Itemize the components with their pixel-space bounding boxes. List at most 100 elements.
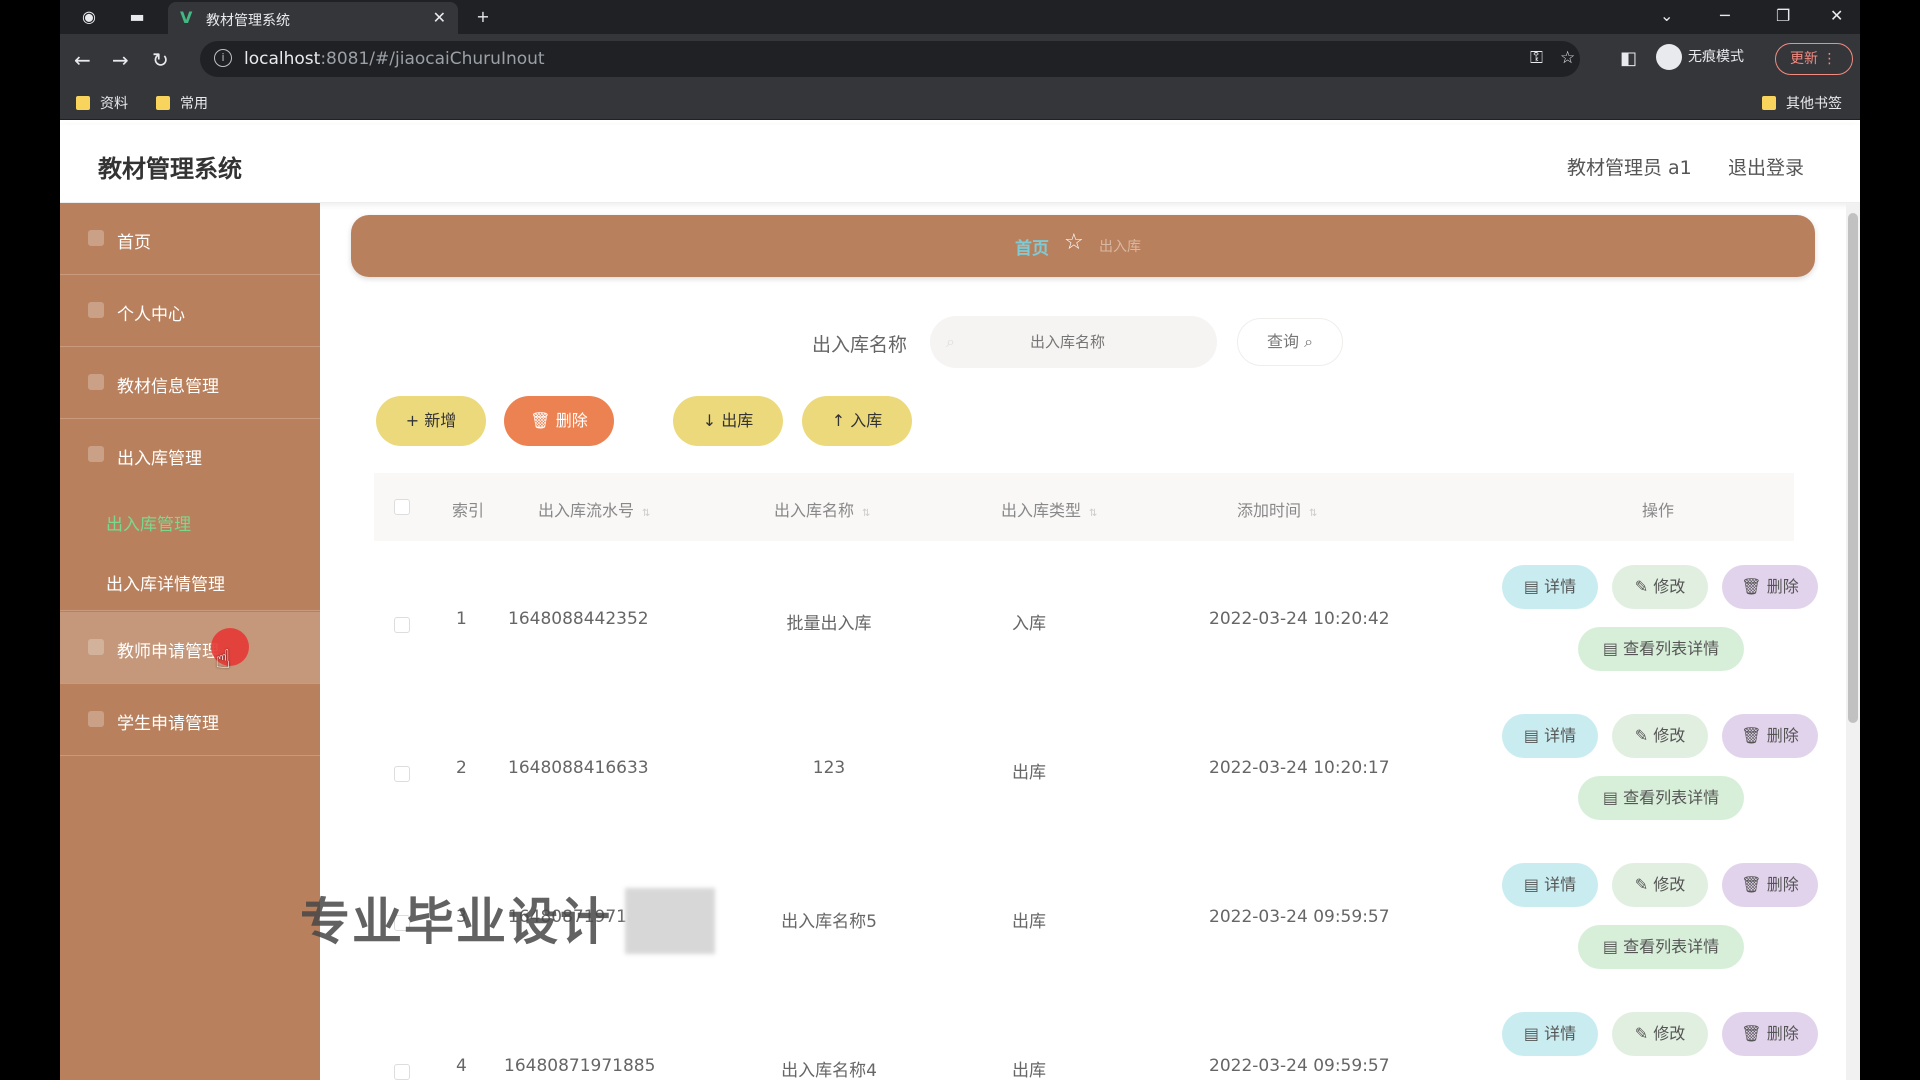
col-type[interactable]: 出入库类型 ⇅ [1001, 497, 1097, 521]
tab-search-icon[interactable]: ⌄ [1660, 6, 1673, 25]
update-button[interactable]: 更新 ⋮ [1775, 43, 1853, 75]
row-checkbox[interactable] [394, 1064, 410, 1080]
row-checkbox[interactable] [394, 617, 410, 633]
table-header: 索引 出入库流水号 ⇅ 出入库名称 ⇅ 出入库类型 ⇅ 添加时间 ⇅ 操作 [374, 473, 1794, 541]
col-time[interactable]: 添加时间 ⇅ [1237, 497, 1317, 521]
sidebar-item-profile[interactable]: 个人中心 [60, 275, 320, 347]
app-title: 教材管理系统 [98, 155, 242, 183]
search-input[interactable] [930, 316, 1217, 368]
incognito-indicator[interactable]: 无痕模式 [1656, 44, 1744, 70]
cell-name: 出入库名称4 [781, 1061, 877, 1080]
minimize-icon[interactable]: ─ [1720, 6, 1730, 25]
sidebar-item-student-apply[interactable]: 学生申请管理 [60, 684, 320, 756]
remove-button[interactable]: 🗑 删除 [1722, 565, 1818, 609]
new-tab-icon[interactable]: + [472, 6, 494, 28]
cell-index: 1 [456, 609, 467, 629]
detail-label: 详情 [1544, 875, 1577, 894]
close-window-icon[interactable]: ✕ [1830, 6, 1843, 25]
detail-button[interactable]: ▤ 详情 [1502, 863, 1598, 907]
remove-button[interactable]: 🗑 删除 [1722, 714, 1818, 758]
browser-menu-icon[interactable]: ◉ [78, 6, 100, 28]
edit-button[interactable]: ✎ 修改 [1612, 1012, 1708, 1056]
sort-icon[interactable]: ⇅ [1089, 508, 1097, 519]
edit-button[interactable]: ✎ 修改 [1612, 714, 1708, 758]
cell-serial: 1648088416633 [508, 758, 649, 778]
update-label: 更新 [1790, 51, 1818, 67]
edit-label: 修改 [1653, 875, 1686, 894]
edit-button[interactable]: ✎ 修改 [1612, 863, 1708, 907]
tab-strip-icon[interactable]: ▬ [126, 6, 148, 28]
bookmark-folder-2[interactable]: 常用 [156, 93, 208, 113]
cell-type: 出库 [1012, 912, 1046, 932]
stock-in-button[interactable]: ↑ 入库 [802, 396, 912, 446]
cell-serial: 16480871971885 [504, 1056, 656, 1076]
url-field[interactable]: i localhost:8081/#/jiaocaiChuruInout ⚿ ☆ [200, 41, 1580, 77]
site-info-icon[interactable]: i [214, 49, 232, 67]
list-detail-label: 查看列表详情 [1623, 937, 1720, 956]
breadcrumb-home[interactable]: 首页 [1015, 234, 1049, 259]
doc-icon: ▤ [1523, 1024, 1539, 1043]
current-user: 教材管理员 a1 [1567, 157, 1692, 179]
sidepanel-icon[interactable]: ◧ [1620, 48, 1637, 69]
cell-index: 2 [456, 758, 467, 778]
sidebar-item-label: 个人中心 [117, 305, 185, 325]
sidebar-item-inout[interactable]: 出入库管理 [60, 419, 320, 491]
sort-icon[interactable]: ⇅ [1309, 508, 1317, 519]
detail-button[interactable]: ▤ 详情 [1502, 1012, 1598, 1056]
cell-type: 出库 [1012, 1061, 1046, 1080]
sort-icon[interactable]: ⇅ [642, 508, 650, 519]
remove-button[interactable]: 🗑 删除 [1722, 1012, 1818, 1056]
list-detail-button[interactable]: ▤ 查看列表详情 [1578, 925, 1744, 969]
back-icon[interactable]: ← [74, 48, 91, 72]
stock-out-button[interactable]: ↓ 出库 [673, 396, 783, 446]
detail-button[interactable]: ▤ 详情 [1502, 714, 1598, 758]
cell-time: 2022-03-24 09:59:57 [1209, 1056, 1390, 1076]
restore-icon[interactable]: ❐ [1776, 6, 1790, 25]
detail-label: 详情 [1544, 726, 1577, 745]
sidebar-subitem-inout-detail[interactable]: 出入库详情管理 [60, 551, 320, 611]
forward-icon[interactable]: → [112, 48, 129, 72]
add-button[interactable]: + 新增 [376, 396, 486, 446]
cell-time: 2022-03-24 09:59:57 [1209, 907, 1390, 927]
user-icon [88, 302, 104, 318]
remove-button[interactable]: 🗑 删除 [1722, 863, 1818, 907]
row-checkbox[interactable] [394, 766, 410, 782]
video-watermark: 专业毕业设计 [300, 893, 612, 951]
col-name[interactable]: 出入库名称 ⇅ [774, 497, 870, 521]
tab-active[interactable]: V 教材管理系统 ✕ [168, 2, 458, 34]
detail-button[interactable]: ▤ 详情 [1502, 565, 1598, 609]
app-header: 教材管理系统 教材管理员 a1 退出登录 [60, 125, 1860, 203]
doc-icon: ▤ [1602, 937, 1618, 956]
bookmark-star-icon[interactable]: ☆ [1560, 48, 1575, 68]
list-detail-button[interactable]: ▤ 查看列表详情 [1578, 627, 1744, 671]
col-serial[interactable]: 出入库流水号 ⇅ [538, 497, 650, 521]
col-time-label: 添加时间 [1237, 501, 1302, 520]
close-tab-icon[interactable]: ✕ [433, 8, 446, 27]
trash-icon: 🗑 [1741, 875, 1762, 894]
logout-link[interactable]: 退出登录 [1728, 153, 1804, 180]
query-button[interactable]: 查询 ⌕ [1237, 318, 1343, 366]
pencil-icon: ✎ [1634, 875, 1649, 894]
home-icon [88, 230, 104, 246]
sidebar: 首页 个人中心 教材信息管理 出入库管理 出入库管理 出入库详情管理 教师申请管… [60, 203, 320, 1080]
sidebar-subitem-inout[interactable]: 出入库管理 [60, 491, 320, 551]
bookmark-folder-1[interactable]: 资料 [76, 93, 128, 113]
other-bookmarks[interactable]: 其他书签 [1762, 93, 1842, 113]
scrollbar[interactable] [1846, 203, 1860, 1080]
select-all-checkbox[interactable] [394, 499, 410, 515]
add-button-label: 新增 [424, 411, 457, 430]
edit-button[interactable]: ✎ 修改 [1612, 565, 1708, 609]
address-bar: ← → ↻ i localhost:8081/#/jiaocaiChuruIno… [60, 34, 1860, 84]
doc-icon: ▤ [1523, 726, 1539, 745]
reload-icon[interactable]: ↻ [152, 48, 169, 72]
delete-button[interactable]: 🗑 删除 [504, 396, 614, 446]
key-icon[interactable]: ⚿ [1530, 48, 1543, 68]
scrollbar-thumb[interactable] [1848, 213, 1858, 723]
list-detail-button[interactable]: ▤ 查看列表详情 [1578, 776, 1744, 820]
sort-icon[interactable]: ⇅ [862, 508, 870, 519]
sidebar-item-home[interactable]: 首页 [60, 203, 320, 275]
sidebar-item-teacher-apply[interactable]: 教师申请管理 [60, 612, 320, 684]
sidebar-item-textbooks[interactable]: 教材信息管理 [60, 347, 320, 419]
breadcrumb-current: 出入库 [1099, 239, 1141, 255]
cell-time: 2022-03-24 10:20:17 [1209, 758, 1390, 778]
